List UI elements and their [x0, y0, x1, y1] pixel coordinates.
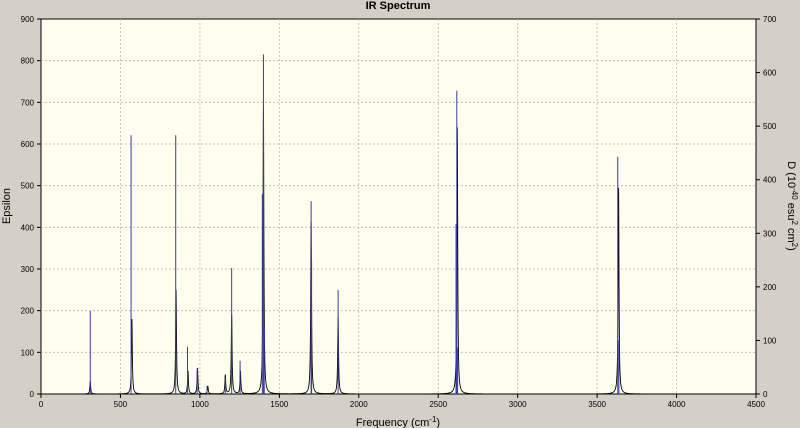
- x-tick-label: 4500: [747, 400, 765, 409]
- y-tick-label-right: 100: [763, 336, 777, 345]
- y-tick-label-left: 300: [21, 265, 35, 274]
- plot-area: [40, 18, 757, 395]
- x-axis-label: Frequency (cm-1): [356, 415, 440, 428]
- x-tick-label: 3500: [588, 400, 606, 409]
- y-tick-label-left: 800: [21, 57, 35, 66]
- y-tick-label-right: 500: [763, 122, 777, 131]
- y-tick-label-left: 400: [21, 223, 35, 232]
- y-tick-label-right: 0: [763, 390, 768, 399]
- y-tick-label-right: 300: [763, 229, 777, 238]
- y-tick-label-left: 500: [21, 182, 35, 191]
- y-tick-label-left: 100: [21, 348, 35, 357]
- y-tick-label-left: 900: [21, 15, 35, 24]
- y-tick-label-left: 700: [21, 98, 35, 107]
- y-tick-label-left: 600: [21, 140, 35, 149]
- y-tick-label-right: 400: [763, 176, 777, 185]
- x-tick-label: 3000: [509, 400, 527, 409]
- ir-spectrum-chart: 0 500 1000 1500 2000 2500 3000 3500 4000 45000100…: [0, 0, 800, 428]
- y-tick-label-right: 600: [763, 69, 777, 78]
- x-tick-label: 2500: [429, 400, 447, 409]
- x-tick-label: 4000: [668, 400, 686, 409]
- x-tick-label: 1000: [191, 400, 209, 409]
- y-axis-label-right: D (10-40 esu2 cm2): [785, 161, 799, 251]
- y-tick-label-left: 200: [21, 307, 35, 316]
- x-tick-label: 1500: [270, 400, 288, 409]
- y-tick-label-right: 700: [763, 15, 777, 24]
- x-tick-label: 2000: [350, 400, 368, 409]
- y-tick-label-left: 0: [30, 390, 35, 399]
- x-tick-label: 0: [39, 400, 44, 409]
- x-tick-label: 500: [114, 400, 128, 409]
- y-axis-label-left: Epsilon: [1, 188, 13, 224]
- y-tick-label-right: 200: [763, 283, 777, 292]
- chart-title: IR Spectrum: [366, 0, 431, 12]
